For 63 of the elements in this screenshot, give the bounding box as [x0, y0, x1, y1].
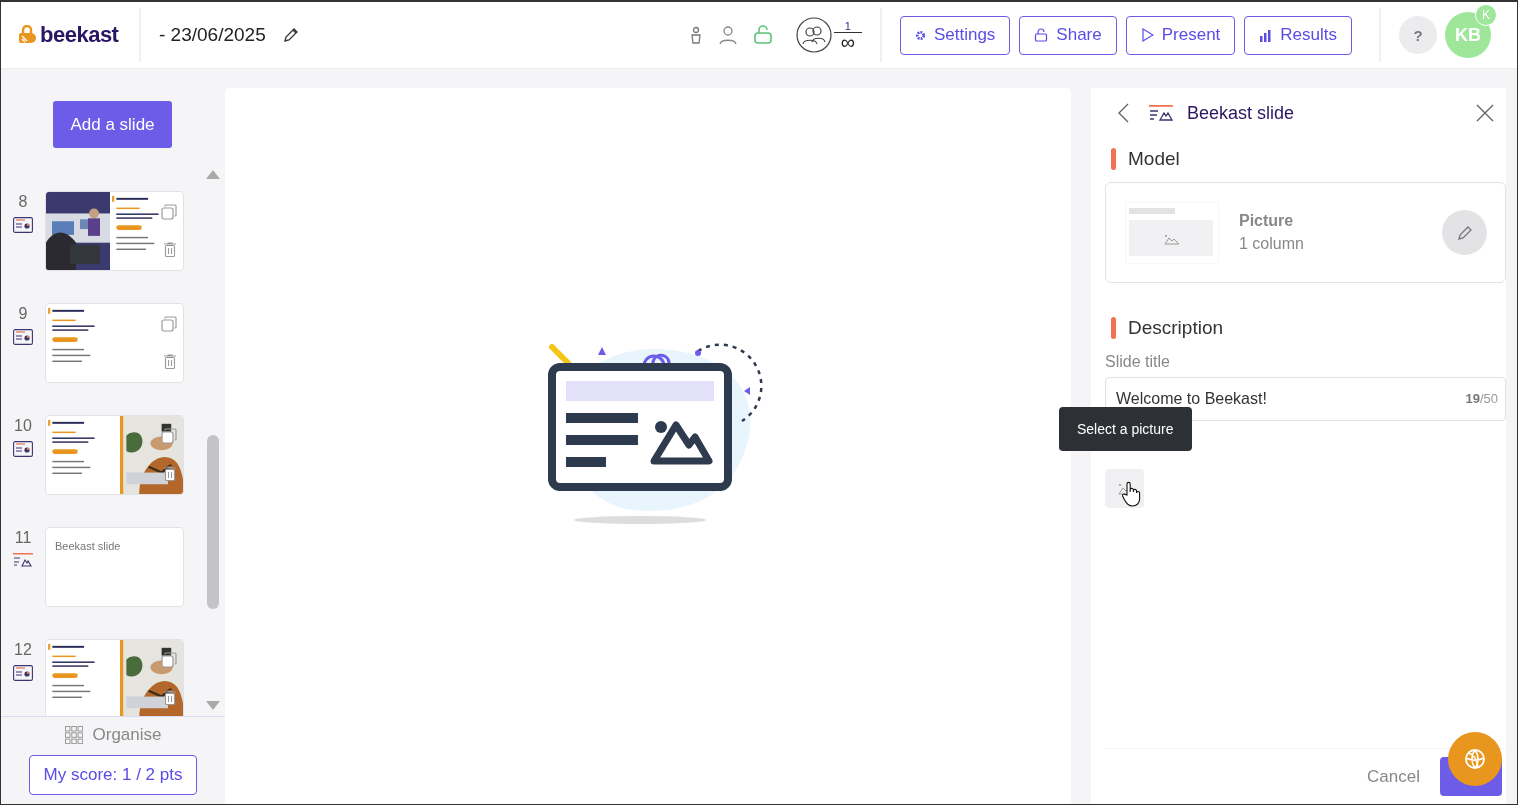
picture-slide-icon: [1149, 105, 1173, 121]
slide-layout-icon: [13, 665, 33, 681]
edit-icon[interactable]: [281, 26, 300, 44]
slide-thumbnail[interactable]: Beekast slide: [45, 527, 184, 607]
gear-icon: [914, 29, 926, 41]
settings-button[interactable]: Settings: [899, 15, 1011, 55]
trash-icon[interactable]: [164, 466, 176, 481]
organise-button[interactable]: Organise: [64, 725, 162, 745]
slide-layout-icon: [13, 217, 33, 233]
help-chat-button[interactable]: [1448, 732, 1502, 786]
globe-icon: [1463, 747, 1487, 771]
section-heading: Model: [1128, 148, 1180, 170]
logo-icon: [17, 25, 37, 45]
share-button[interactable]: Share: [1019, 15, 1117, 55]
trash-icon[interactable]: [164, 690, 176, 705]
slide-thumbnail[interactable]: [45, 191, 184, 271]
trash-icon[interactable]: [164, 354, 176, 369]
field-label: Slide title: [1105, 353, 1171, 371]
slide-number: 11: [14, 529, 32, 547]
presentation-title: - 23/06/2025: [159, 24, 266, 46]
slide-layout-icon: [13, 329, 33, 345]
score-button[interactable]: My score: 1 / 2 pts: [28, 755, 198, 795]
character-counter: 19/50: [1465, 391, 1498, 406]
logo-text: beekast: [40, 22, 119, 48]
cancel-button[interactable]: Cancel: [1367, 766, 1420, 787]
duplicate-icon[interactable]: [161, 652, 177, 668]
close-icon[interactable]: [1476, 104, 1494, 122]
slide-number: 9: [18, 305, 28, 323]
participant-count: 1: [833, 19, 862, 33]
play-icon: [1140, 28, 1154, 42]
model-name: Picture: [1239, 212, 1295, 230]
picture-slide-icon: [13, 553, 33, 567]
grid-icon: [64, 726, 83, 744]
slide-number: 10: [14, 417, 32, 435]
slide-thumbnail[interactable]: [45, 415, 184, 495]
lock-icon: [1034, 28, 1049, 42]
section-marker: [1111, 317, 1116, 339]
slide-number: 8: [18, 193, 28, 211]
help-button[interactable]: ?: [1399, 16, 1437, 54]
slide-thumbnail[interactable]: [45, 303, 184, 383]
participant-limit: ∞: [840, 32, 856, 51]
trash-icon[interactable]: [164, 242, 176, 257]
slide-thumbnail[interactable]: [45, 639, 184, 716]
participants-icon[interactable]: [795, 17, 832, 53]
slide-layout-icon: [13, 441, 33, 457]
results-button[interactable]: Results: [1244, 15, 1352, 55]
panel-title: Beekast slide: [1187, 102, 1295, 124]
duplicate-icon[interactable]: [161, 428, 177, 444]
avatar-badge: K: [1475, 4, 1497, 26]
present-button[interactable]: Present: [1125, 15, 1236, 55]
slide-title: Beekast slide: [55, 540, 121, 554]
scrollbar-thumb[interactable]: [207, 435, 219, 609]
slide-number: 12: [14, 641, 32, 659]
bar-chart-icon: [1259, 28, 1273, 42]
user-icon[interactable]: [717, 25, 738, 45]
hand-cursor-icon: [1121, 481, 1141, 507]
tooltip: Select a picture: [1059, 407, 1192, 451]
section-marker: [1111, 148, 1116, 170]
model-detail: 1 column: [1239, 235, 1304, 253]
back-icon[interactable]: [1117, 103, 1129, 123]
section-heading: Description: [1128, 317, 1224, 339]
person-icon[interactable]: [688, 26, 703, 44]
add-slide-button[interactable]: Add a slide: [53, 101, 172, 148]
